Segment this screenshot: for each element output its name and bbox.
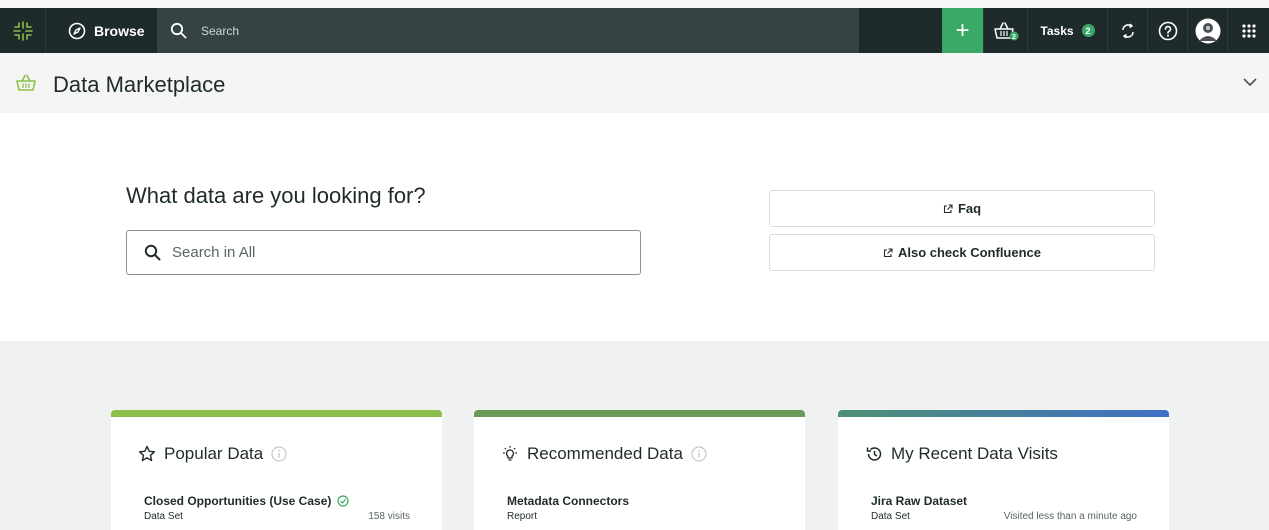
card-title: Popular Data	[138, 444, 287, 464]
topbar-spacer	[859, 8, 942, 53]
help-icon	[1158, 21, 1177, 40]
card-accent-bar	[111, 410, 442, 417]
list-item-title[interactable]: Metadata Connectors	[507, 494, 629, 508]
recent-visits-card: My Recent Data Visits Jira Raw Dataset D…	[838, 410, 1169, 530]
tasks-button[interactable]: Tasks 2	[1027, 8, 1107, 53]
tasks-count-badge: 2	[1081, 24, 1095, 37]
card-title-text: Popular Data	[164, 444, 264, 463]
confluence-link-button[interactable]: Also check Confluence	[769, 234, 1155, 271]
search-hero-section: What data are you looking for? Search in…	[0, 113, 1269, 341]
global-search-placeholder: Search	[201, 23, 240, 38]
faq-label: Faq	[957, 201, 982, 216]
history-icon	[866, 447, 882, 461]
hero-question: What data are you looking for?	[126, 183, 426, 208]
info-icon[interactable]	[691, 446, 707, 462]
item-type: Data Set	[871, 511, 910, 522]
marketplace-search-placeholder: Search in All	[172, 244, 256, 261]
lightbulb-icon	[503, 446, 517, 461]
confluence-label: Also check Confluence	[897, 245, 1042, 260]
tasks-label: Tasks	[1040, 23, 1074, 38]
list-item-title[interactable]: Jira Raw Dataset	[871, 494, 967, 508]
info-icon[interactable]	[271, 446, 287, 462]
verified-check-icon	[337, 495, 349, 507]
chevron-down-icon[interactable]	[1243, 77, 1257, 87]
page-header: Data Marketplace	[0, 53, 1269, 113]
card-title: Recommended Data	[501, 444, 707, 464]
card-title-text: My Recent Data Visits	[891, 444, 1058, 463]
page-title: Data Marketplace	[53, 72, 226, 97]
help-button[interactable]	[1147, 8, 1187, 53]
top-navigation-bar: Browse Search + 2 Tasks 2	[0, 8, 1269, 53]
marketplace-basket-icon	[16, 74, 36, 91]
item-visited-time: Visited less than a minute ago	[1003, 511, 1137, 522]
card-accent-bar	[474, 410, 805, 417]
star-icon	[138, 445, 156, 462]
global-search-field[interactable]: Search	[157, 8, 859, 53]
app-logo-icon[interactable]	[0, 8, 45, 53]
card-title-text: Recommended Data	[527, 444, 683, 463]
sync-icon	[1121, 23, 1134, 38]
compass-icon	[68, 22, 86, 39]
item-visits: 158 visits	[368, 511, 410, 522]
marketplace-search-input[interactable]: Search in All	[126, 230, 641, 275]
plus-icon: +	[955, 16, 970, 44]
list-item-title[interactable]: Closed Opportunities (Use Case)	[144, 494, 349, 508]
external-link-icon	[883, 247, 893, 257]
item-type: Data Set	[144, 511, 183, 522]
item-title-text[interactable]: Metadata Connectors	[507, 494, 629, 508]
recommended-data-card: Recommended Data Metadata Connectors Rep…	[474, 410, 805, 530]
create-button[interactable]: +	[942, 8, 983, 53]
card-title: My Recent Data Visits	[865, 444, 1058, 464]
avatar-icon	[1195, 18, 1220, 43]
search-icon	[170, 22, 187, 39]
item-title-text[interactable]: Closed Opportunities (Use Case)	[144, 494, 331, 508]
item-title-text[interactable]: Jira Raw Dataset	[871, 494, 967, 508]
sync-button[interactable]	[1107, 8, 1147, 53]
apps-grid-button[interactable]	[1227, 8, 1269, 53]
apps-grid-icon	[1241, 23, 1256, 38]
basket-count: 2	[1012, 34, 1016, 41]
cards-section: Popular Data Closed Opportunities (Use C…	[0, 341, 1269, 530]
faq-link-button[interactable]: Faq	[769, 190, 1155, 227]
basket-button[interactable]: 2	[983, 8, 1027, 53]
browse-label: Browse	[94, 22, 145, 39]
popular-data-card: Popular Data Closed Opportunities (Use C…	[111, 410, 442, 530]
browse-button[interactable]: Browse	[45, 8, 157, 53]
user-avatar-button[interactable]	[1187, 8, 1227, 53]
search-icon	[144, 244, 161, 261]
external-link-icon	[943, 203, 953, 213]
item-type: Report	[507, 511, 538, 522]
card-accent-bar	[838, 410, 1169, 417]
basket-icon: 2	[993, 21, 1018, 41]
